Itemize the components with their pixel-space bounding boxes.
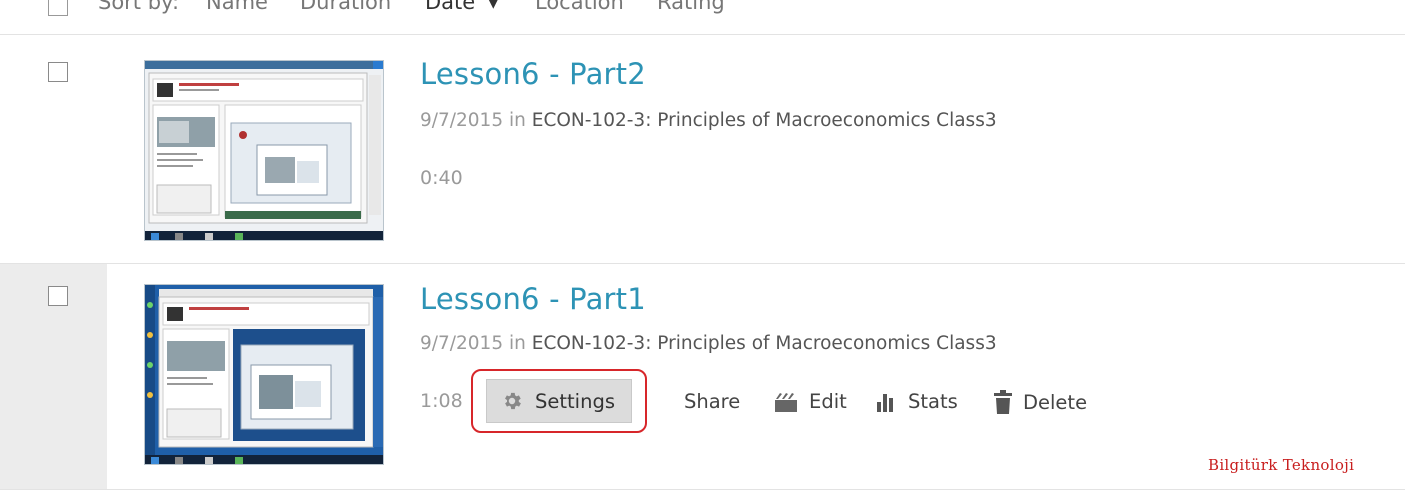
select-all-checkbox[interactable] [48,0,68,16]
sort-label: Sort by: [98,0,180,14]
sort-option-location[interactable]: Location [535,0,624,14]
video-thumbnail[interactable] [144,60,384,241]
sort-option-name[interactable]: Name [206,0,268,14]
delete-label: Delete [1023,390,1088,414]
video-title-link[interactable]: Lesson6 - Part2 [420,57,646,91]
share-label: Share [684,390,741,413]
stats-label: Stats [908,390,958,413]
video-meta: 9/7/2015 in ECON-102-3: Principles of Ma… [420,110,997,131]
settings-label: Settings [535,389,615,413]
divider [0,489,1405,490]
row-checkbox[interactable] [48,286,68,306]
meta-in-text: in [508,110,526,131]
sort-bar: Sort by: Name Duration Date ▾ Location R… [0,0,1421,24]
video-date: 9/7/2015 [420,333,504,354]
video-duration: 0:40 [420,167,463,189]
sort-option-date[interactable]: Date [425,0,475,14]
share-button[interactable]: Share [684,390,740,413]
film-edit-icon [775,392,797,412]
delete-button[interactable]: Delete [993,390,1087,414]
watermark-text: Bilgitürk Teknoloji [1208,456,1355,474]
edit-label: Edit [809,390,847,413]
gear-icon [505,392,521,410]
settings-button[interactable]: Settings [486,379,632,423]
row-checkbox[interactable] [48,62,68,82]
video-course-link[interactable]: ECON-102-3: Principles of Macroeconomics… [532,110,997,131]
trash-icon [994,390,1012,414]
video-meta: 9/7/2015 in ECON-102-3: Principles of Ma… [420,333,997,354]
video-duration: 1:08 [420,390,463,412]
meta-in-text: in [508,333,526,354]
sort-direction-icon: ▾ [488,0,499,14]
video-date: 9/7/2015 [420,110,504,131]
video-course-link[interactable]: ECON-102-3: Principles of Macroeconomics… [532,333,997,354]
sort-option-duration[interactable]: Duration [300,0,391,14]
stats-button[interactable]: Stats [876,390,958,413]
edit-button[interactable]: Edit [773,390,847,413]
video-thumbnail[interactable] [144,284,384,465]
video-title-link[interactable]: Lesson6 - Part1 [420,282,646,316]
sort-option-rating[interactable]: Rating [657,0,725,14]
bar-chart-icon [877,393,893,412]
